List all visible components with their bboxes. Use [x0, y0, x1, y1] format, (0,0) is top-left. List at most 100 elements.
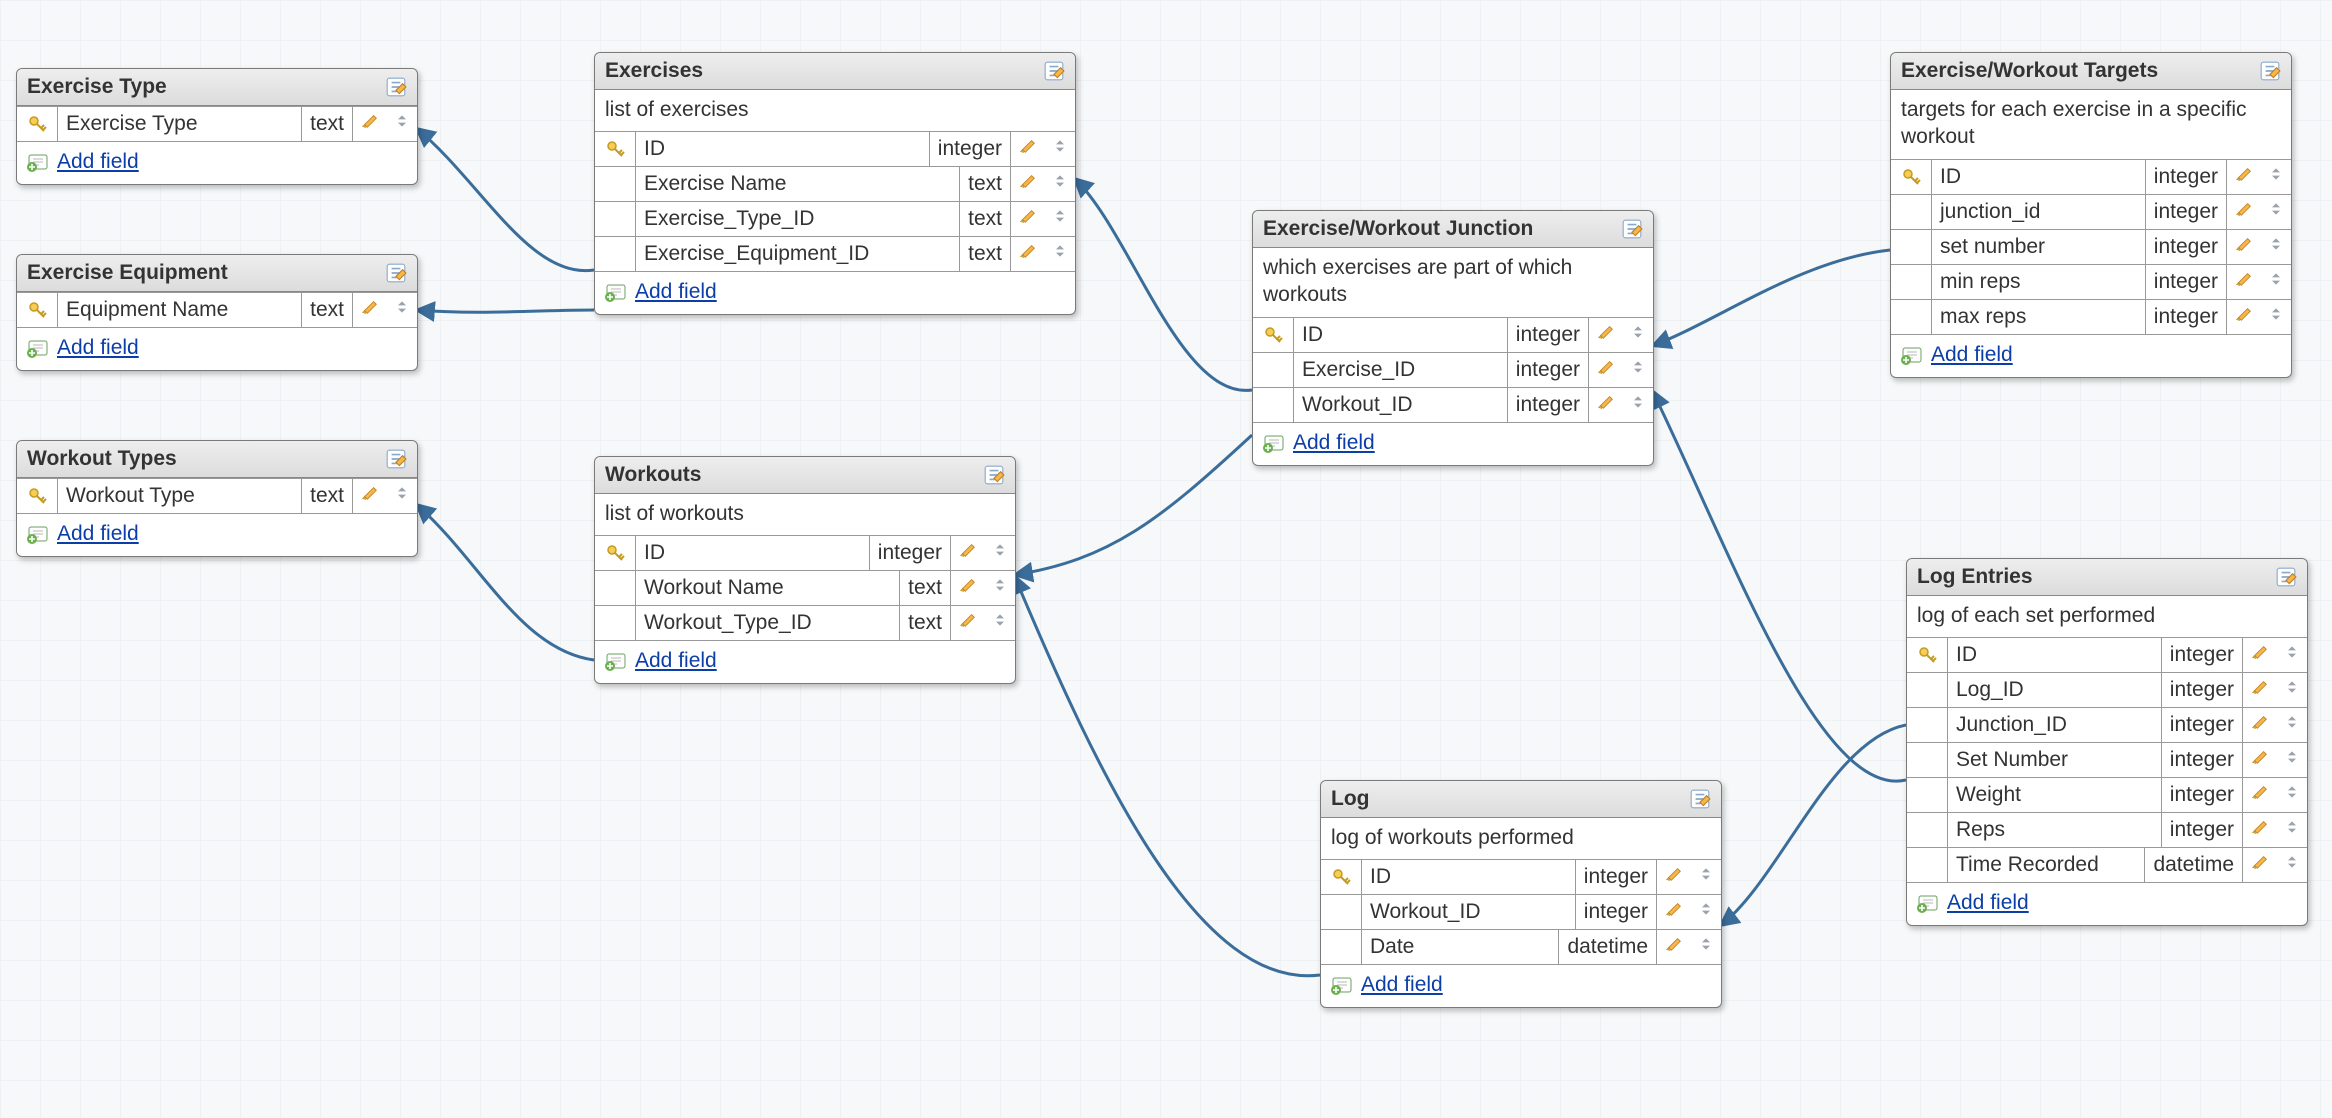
table-card-workouts[interactable]: Workoutslist of workoutsIDintegerWorkout…: [594, 456, 1016, 684]
reorder-handle[interactable]: [1052, 172, 1068, 196]
table-card-exercise_type[interactable]: Exercise TypeExercise TypetextAdd field: [16, 68, 418, 185]
edit-table-button[interactable]: [2259, 60, 2281, 82]
edit-field-button[interactable]: [959, 576, 977, 600]
edit-field-button[interactable]: [2251, 748, 2269, 772]
table-header[interactable]: Log Entries: [1907, 559, 2307, 596]
reorder-handle[interactable]: [2268, 270, 2284, 294]
edit-field-button[interactable]: [2251, 678, 2269, 702]
edit-table-button[interactable]: [385, 448, 407, 470]
field-row[interactable]: Repsinteger: [1907, 813, 2307, 848]
table-card-workout_types[interactable]: Workout TypesWorkout TypetextAdd field: [16, 440, 418, 557]
edit-field-button[interactable]: [1597, 323, 1615, 347]
edit-table-button[interactable]: [1621, 218, 1643, 240]
add-field-row[interactable]: Add field: [595, 640, 1015, 683]
reorder-handle[interactable]: [2268, 200, 2284, 224]
reorder-handle[interactable]: [2284, 853, 2300, 877]
table-card-exercise_equipment[interactable]: Exercise EquipmentEquipment Nametext Add …: [16, 254, 418, 371]
table-header[interactable]: Workouts: [595, 457, 1015, 494]
field-row[interactable]: Exercise Nametext: [595, 167, 1075, 202]
field-row[interactable]: Exercise_IDinteger: [1253, 353, 1653, 388]
add-field-link[interactable]: Add field: [1361, 973, 1443, 997]
reorder-handle[interactable]: [1630, 393, 1646, 417]
reorder-handle[interactable]: [1052, 137, 1068, 161]
add-field-link[interactable]: Add field: [1947, 891, 2029, 915]
reorder-handle[interactable]: [992, 611, 1008, 635]
field-row[interactable]: Time Recordeddatetime: [1907, 848, 2307, 882]
edit-table-button[interactable]: [385, 262, 407, 284]
field-row[interactable]: Equipment Nametext: [17, 293, 417, 327]
table-header[interactable]: Workout Types: [17, 441, 417, 478]
edit-field-button[interactable]: [361, 298, 379, 322]
reorder-handle[interactable]: [394, 298, 410, 322]
table-header[interactable]: Exercises: [595, 53, 1075, 90]
edit-field-button[interactable]: [2251, 853, 2269, 877]
reorder-handle[interactable]: [2284, 783, 2300, 807]
edit-field-button[interactable]: [2251, 818, 2269, 842]
table-card-log_entries[interactable]: Log Entrieslog of each set performedIDin…: [1906, 558, 2308, 926]
edit-field-button[interactable]: [1597, 358, 1615, 382]
reorder-handle[interactable]: [1052, 242, 1068, 266]
edit-table-button[interactable]: [2275, 566, 2297, 588]
field-row[interactable]: Workout_IDinteger: [1321, 895, 1721, 930]
add-field-row[interactable]: Add field: [595, 271, 1075, 314]
add-field-row[interactable]: Add field: [1253, 422, 1653, 465]
add-field-link[interactable]: Add field: [1293, 431, 1375, 455]
table-header[interactable]: Exercise/Workout Targets: [1891, 53, 2291, 90]
reorder-handle[interactable]: [1630, 323, 1646, 347]
field-row[interactable]: min repsinteger: [1891, 265, 2291, 300]
reorder-handle[interactable]: [2284, 643, 2300, 667]
add-field-row[interactable]: Add field: [1891, 334, 2291, 377]
add-field-link[interactable]: Add field: [57, 522, 139, 546]
edit-field-button[interactable]: [2235, 270, 2253, 294]
reorder-handle[interactable]: [394, 112, 410, 136]
edit-field-button[interactable]: [2235, 305, 2253, 329]
field-row[interactable]: IDinteger: [595, 132, 1075, 167]
reorder-handle[interactable]: [2284, 713, 2300, 737]
field-row[interactable]: Weightinteger: [1907, 778, 2307, 813]
edit-field-button[interactable]: [1597, 393, 1615, 417]
field-row[interactable]: Workout_IDinteger: [1253, 388, 1653, 422]
field-row[interactable]: Exercise_Equipment_IDtext: [595, 237, 1075, 271]
reorder-handle[interactable]: [394, 484, 410, 508]
reorder-handle[interactable]: [2284, 818, 2300, 842]
table-card-log[interactable]: Loglog of workouts performedIDintegerWor…: [1320, 780, 1722, 1008]
reorder-handle[interactable]: [1698, 900, 1714, 924]
field-row[interactable]: Junction_IDinteger: [1907, 708, 2307, 743]
edit-field-button[interactable]: [1665, 935, 1683, 959]
reorder-handle[interactable]: [1052, 207, 1068, 231]
edit-table-button[interactable]: [983, 464, 1005, 486]
field-row[interactable]: Datedatetime: [1321, 930, 1721, 964]
field-row[interactable]: Exercise Typetext: [17, 107, 417, 141]
edit-field-button[interactable]: [361, 484, 379, 508]
edit-field-button[interactable]: [1665, 865, 1683, 889]
add-field-link[interactable]: Add field: [57, 336, 139, 360]
add-field-row[interactable]: Add field: [17, 513, 417, 556]
edit-table-button[interactable]: [385, 76, 407, 98]
field-row[interactable]: set numberinteger: [1891, 230, 2291, 265]
table-header[interactable]: Exercise/Workout Junction: [1253, 211, 1653, 248]
field-row[interactable]: Set Numberinteger: [1907, 743, 2307, 778]
field-row[interactable]: IDinteger: [595, 536, 1015, 571]
edit-field-button[interactable]: [2235, 165, 2253, 189]
field-row[interactable]: IDinteger: [1321, 860, 1721, 895]
edit-field-button[interactable]: [1019, 137, 1037, 161]
reorder-handle[interactable]: [1698, 865, 1714, 889]
reorder-handle[interactable]: [2268, 305, 2284, 329]
field-row[interactable]: Workout_Type_IDtext: [595, 606, 1015, 640]
reorder-handle[interactable]: [2284, 748, 2300, 772]
edit-field-button[interactable]: [1019, 242, 1037, 266]
table-card-ewj[interactable]: Exercise/Workout Junctionwhich exercises…: [1252, 210, 1654, 466]
field-row[interactable]: junction_idinteger: [1891, 195, 2291, 230]
field-row[interactable]: max repsinteger: [1891, 300, 2291, 334]
edit-field-button[interactable]: [959, 541, 977, 565]
table-header[interactable]: Exercise Equipment: [17, 255, 417, 292]
add-field-link[interactable]: Add field: [635, 649, 717, 673]
edit-table-button[interactable]: [1689, 788, 1711, 810]
edit-field-button[interactable]: [1665, 900, 1683, 924]
edit-field-button[interactable]: [2251, 643, 2269, 667]
reorder-handle[interactable]: [2268, 165, 2284, 189]
field-row[interactable]: IDinteger: [1907, 638, 2307, 673]
table-card-exercises[interactable]: Exerciseslist of exercisesIDintegerExerc…: [594, 52, 1076, 315]
add-field-link[interactable]: Add field: [1931, 343, 2013, 367]
reorder-handle[interactable]: [992, 541, 1008, 565]
